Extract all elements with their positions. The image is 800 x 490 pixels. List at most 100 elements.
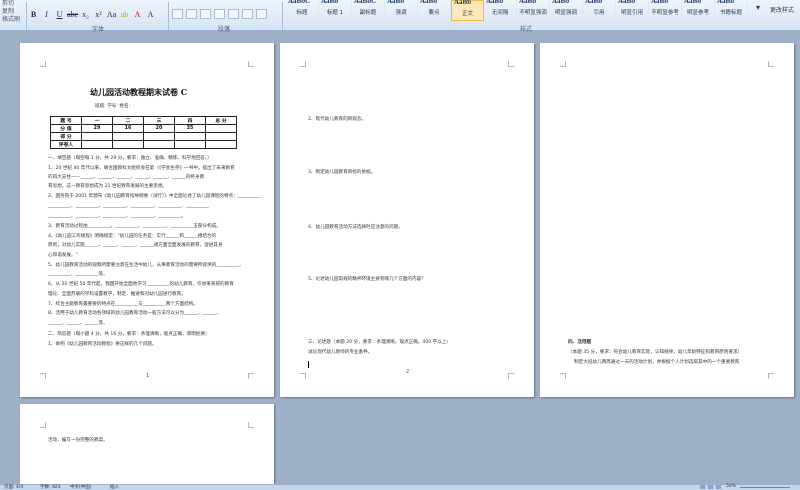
style-item[interactable]: AaBb 明显参考: [682, 0, 715, 21]
align-center-icon[interactable]: [186, 9, 197, 19]
question-5: 5、论述幼儿园常规的精神环境主要有哪几个方面的内容？: [308, 277, 426, 282]
score-table-row: 评卷人: [50, 140, 237, 149]
style-item[interactable]: AaBb 引用: [583, 0, 616, 21]
web-layout-icon[interactable]: [716, 485, 721, 489]
style-item[interactable]: AaBbC 标题: [286, 0, 319, 21]
change-styles-button[interactable]: 更改样式: [770, 5, 794, 14]
style-name: 不明显参考: [651, 10, 679, 16]
exam-text-line: 2、国务院于 2001 年颁布《幼儿园教育指导纲要（试行）》中全面论述了幼儿园课…: [48, 194, 261, 199]
style-item[interactable]: AaBb 书籍标题: [715, 0, 748, 21]
styles-more-icon[interactable]: ▾: [756, 3, 770, 17]
font-color-button[interactable]: A: [132, 9, 143, 20]
highlight-button[interactable]: ab: [119, 9, 130, 20]
question-3: 3、制定幼儿园教育目标的依据。: [308, 170, 376, 175]
score-table-cell: [81, 140, 113, 149]
exam-text-line: 一、填空题（每空每 1 分，共 29 分。要求：独立、准确、精炼、科学地回答。）: [48, 156, 212, 161]
style-item[interactable]: AaBb 明显引用: [616, 0, 649, 21]
style-preview: AaBb: [651, 0, 669, 5]
paragraph-group-label: 段落: [218, 26, 231, 33]
style-name: 标题: [296, 10, 308, 16]
cut-button[interactable]: 剪切: [2, 0, 26, 8]
superscript-button[interactable]: x²: [93, 9, 104, 20]
score-table-cell: [143, 132, 175, 141]
char-shading-button[interactable]: A: [145, 9, 156, 20]
exam-text-line: 6、从 20 世纪 50 年代起，我国开始全面地学习__________的幼儿教…: [48, 282, 234, 287]
margin-mark: [248, 61, 254, 67]
style-preview: AaBbC: [288, 0, 311, 5]
strikethrough-button[interactable]: abe: [67, 9, 78, 20]
style-item[interactable]: AaBb 不明显参考: [649, 0, 682, 21]
styles-gallery: AaBbC 标题 AaBb 标题 1 AaBbC 副标题 AaBb 强调 AaBb 要点 AaBb 正…: [286, 0, 748, 21]
style-item[interactable]: AaBb 正文: [451, 0, 484, 21]
full-screen-icon[interactable]: [708, 485, 713, 489]
style-name: 标题 1: [326, 10, 344, 16]
exam-text-line: 4、《幼儿园工作规程》明确规定："幼儿园的任务是：实行______和______…: [48, 234, 217, 239]
style-item[interactable]: AaBb 无间隔: [484, 0, 517, 21]
exam-text-line: __________、__________、__________、_______…: [48, 214, 186, 219]
zoom-level[interactable]: 50%: [726, 484, 736, 489]
style-item[interactable]: AaBb 标题 1: [319, 0, 352, 21]
style-name: 明显参考: [686, 10, 709, 16]
underline-button[interactable]: U: [54, 9, 65, 20]
zoom-slider[interactable]: [740, 487, 790, 488]
change-case-button[interactable]: Aa: [106, 9, 117, 20]
exam-text-line: ______、______、______等。: [48, 321, 108, 326]
font-buttons: B I U abe x₂ x² Aa ab A A: [28, 9, 156, 20]
copy-button[interactable]: 复制: [2, 8, 26, 16]
line-spacing-icon[interactable]: [228, 9, 239, 19]
borders-icon[interactable]: [256, 9, 267, 19]
style-preview: AaBb: [387, 0, 405, 5]
style-item[interactable]: AaBbC 副标题: [352, 0, 385, 21]
format-painter-button[interactable]: 格式刷: [2, 16, 26, 24]
score-table-cell: 总 分: [205, 116, 237, 125]
style-item[interactable]: AaBb 强调: [385, 0, 418, 21]
exam-text-line: 理论、全面苏联的学科设置教学，制定、推进和对幼儿园进行教育。: [48, 292, 186, 297]
style-preview: AaBb: [618, 0, 636, 5]
score-table-row: 分 值 29 16 20 35: [50, 124, 237, 133]
margin-mark: [248, 422, 254, 428]
score-table-cell: [112, 140, 144, 149]
language-indicator[interactable]: 中文(中国): [70, 484, 92, 490]
margin-mark: [40, 61, 46, 67]
subscript-button[interactable]: x₂: [80, 9, 91, 20]
align-right-icon[interactable]: [200, 9, 211, 19]
score-table-cell: 二: [112, 116, 144, 125]
style-item[interactable]: AaBb 要点: [418, 0, 451, 21]
score-table-cell: 三: [143, 116, 175, 125]
score-table-cell: 四: [174, 116, 206, 125]
exam-text-line: 心和谐发展。": [48, 253, 78, 258]
style-item[interactable]: AaBb 不明显强调: [517, 0, 550, 21]
style-item[interactable]: AaBb 明显强调: [550, 0, 583, 21]
align-left-icon[interactable]: [172, 9, 183, 19]
margin-mark: [300, 61, 306, 67]
exam-title: 幼儿园活动教程期末试卷 C: [90, 87, 188, 97]
exam-text-line: 原则，对幼儿实施______、______、______、______诸方面全面…: [48, 243, 223, 248]
style-preview: AaBb: [486, 0, 504, 5]
score-table-cell: [205, 140, 237, 149]
question-4: 4、幼儿园教育活动方法选择时应注意的问题。: [308, 225, 403, 230]
style-preview: AaBb: [684, 0, 702, 5]
section-4-task: 制定大班幼儿两周通过一天的活动计划，并根据个人计划选取其中的一个重要教育: [574, 360, 740, 365]
insert-mode[interactable]: 插入: [110, 484, 119, 490]
exam-text-line: 3、教育活动过程由__________、__________、_________…: [48, 224, 221, 229]
score-table: 题 号一二三四总 分分 值 29 16 20 35 得 分评卷人: [50, 116, 237, 149]
italic-button[interactable]: I: [41, 9, 52, 20]
score-table-cell: 一: [81, 116, 113, 125]
styles-group-label: 样式: [520, 26, 533, 33]
font-group-label: 字体: [92, 26, 105, 33]
justify-icon[interactable]: [214, 9, 225, 19]
score-table-row: 得 分: [50, 132, 237, 141]
exam-text-line: 1、举例《幼儿园教育活动教程》要这样的几个问题。: [48, 342, 157, 347]
margin-mark: [40, 422, 46, 428]
bold-button[interactable]: B: [28, 9, 39, 20]
page-count[interactable]: 页面: 4/4: [4, 484, 23, 490]
exam-text-line: 的四大支柱——______、______、______、______、_____…: [48, 175, 205, 180]
style-preview: AaBb: [717, 0, 735, 5]
word-count[interactable]: 字数: 923: [40, 484, 61, 490]
ribbon: 剪切 复制 格式刷 B I U abe x₂ x² Aa ab A A 字体 段…: [0, 0, 800, 33]
print-layout-icon[interactable]: [700, 485, 705, 489]
score-table-cell: 29: [81, 124, 113, 133]
exam-text-line: 育思想，这一教育思想成为 21 世纪教育发展的主要思想。: [48, 184, 168, 189]
shading-icon[interactable]: [242, 9, 253, 19]
margin-mark: [300, 373, 306, 379]
